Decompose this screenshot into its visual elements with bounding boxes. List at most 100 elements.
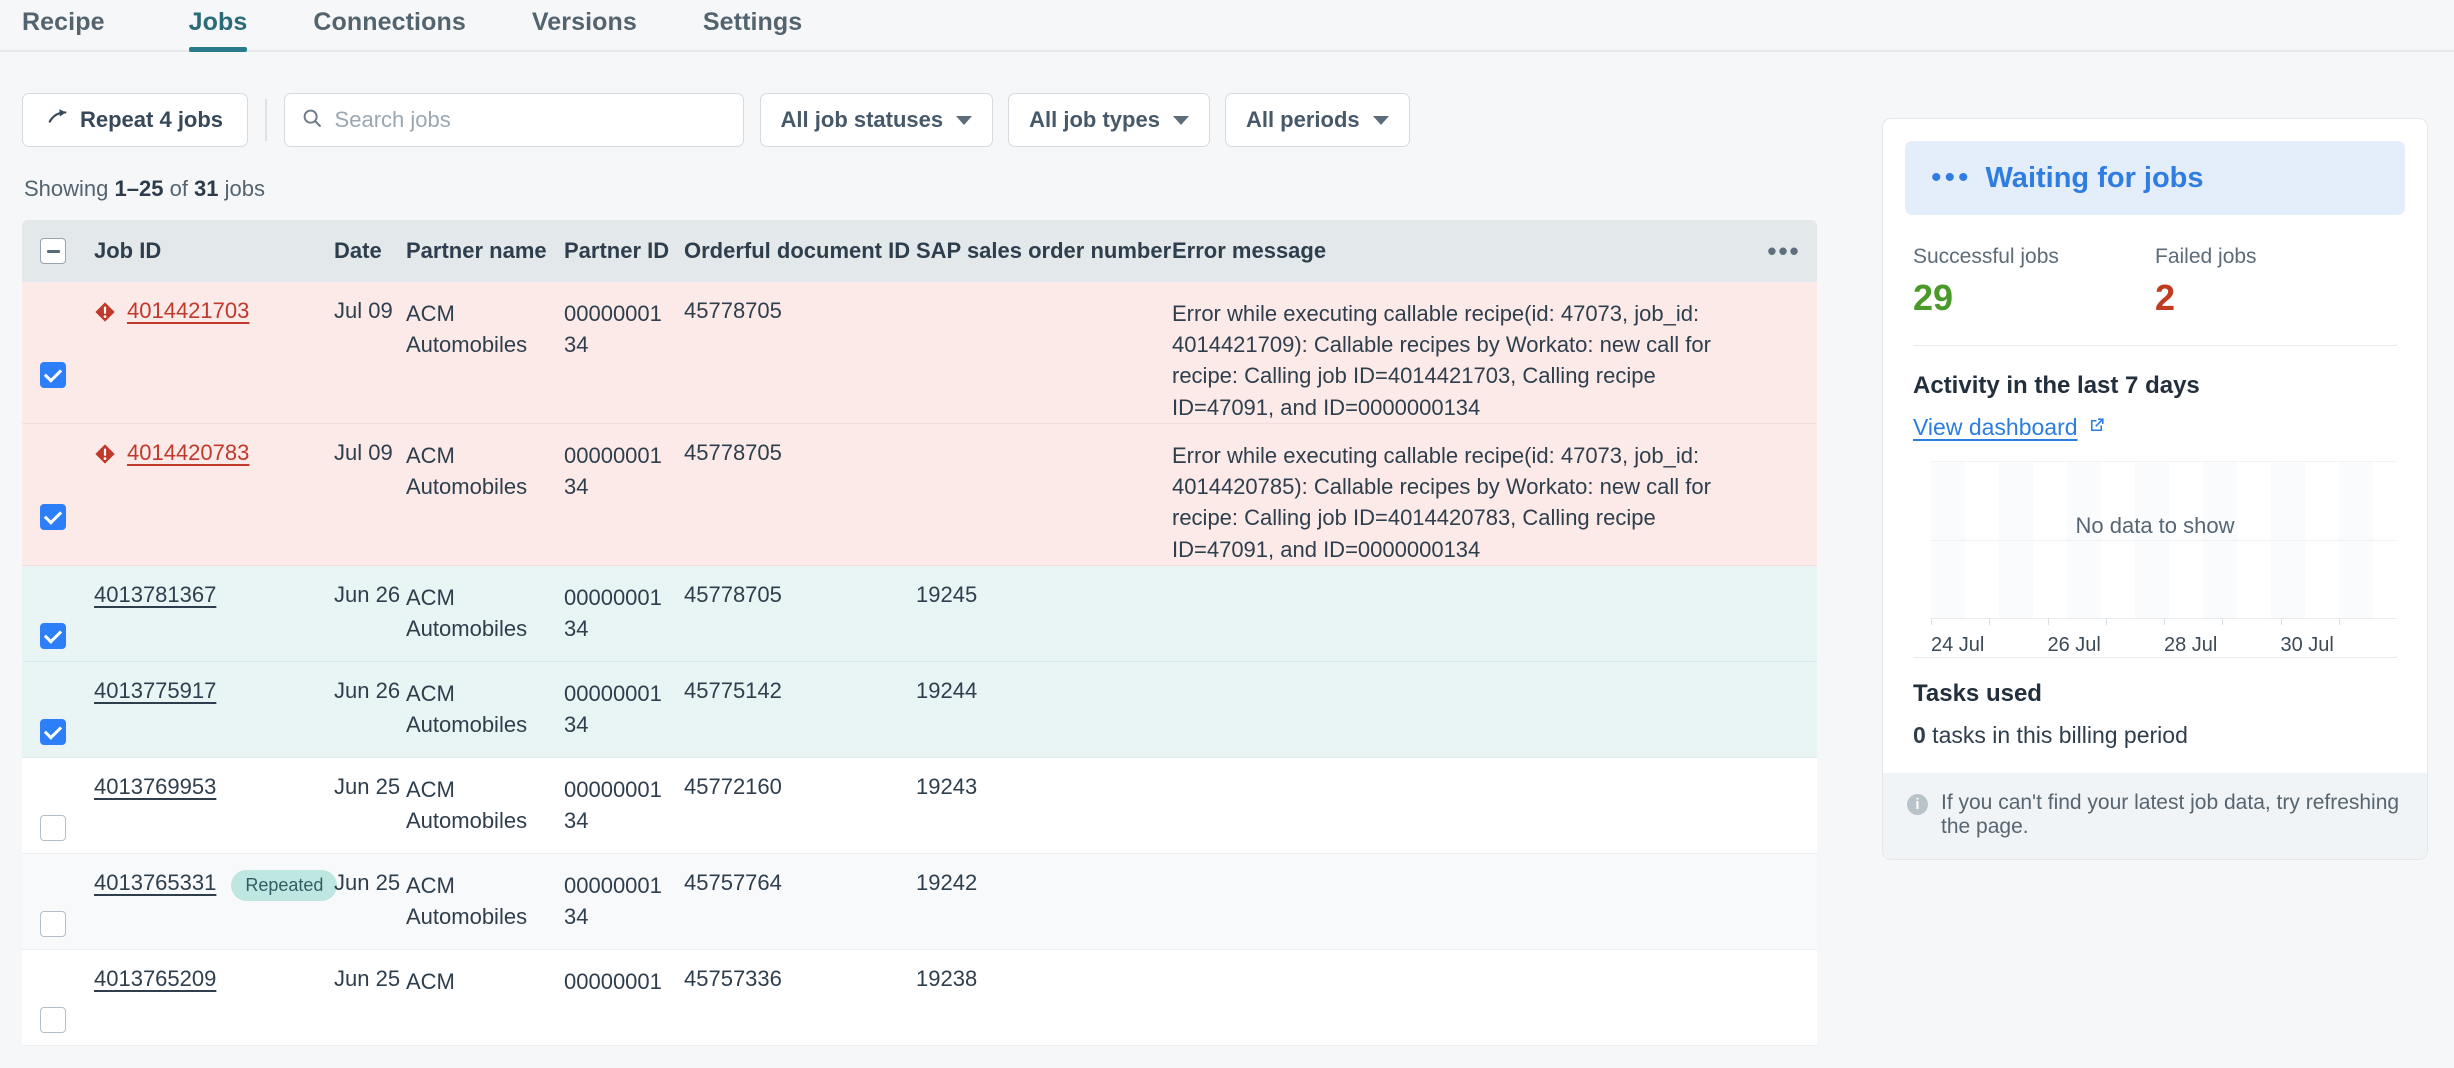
row-menu-cell[interactable]: [1751, 774, 1817, 853]
error-message-cell: [1172, 966, 1751, 1045]
table-row[interactable]: 4013769953Jun 25ACMAutomobiles0000000134…: [22, 758, 1817, 854]
row-checkbox[interactable]: [40, 815, 66, 841]
select-all-cell[interactable]: [22, 238, 84, 264]
job-id-link[interactable]: 4013769953: [94, 774, 216, 800]
select-all-checkbox[interactable]: [40, 238, 66, 264]
tab-jobs[interactable]: Jobs: [163, 8, 274, 50]
ellipsis-icon[interactable]: •••: [1767, 245, 1800, 258]
tab-versions[interactable]: Versions: [506, 8, 663, 50]
chart-x-ticks: [1931, 618, 2397, 625]
results-count-middle: of: [163, 176, 194, 201]
date-cell: Jul 09: [334, 298, 406, 423]
tab-settings[interactable]: Settings: [677, 8, 828, 50]
column-header-error-message[interactable]: Error message: [1172, 238, 1751, 264]
failed-jobs-label: Failed jobs: [2155, 245, 2397, 269]
row-menu-cell[interactable]: [1751, 966, 1817, 1045]
row-menu-cell[interactable]: [1751, 298, 1817, 423]
error-message-cell: Error while executing callable recipe(id…: [1172, 298, 1751, 423]
row-checkbox[interactable]: [40, 719, 66, 745]
filter-job-statuses-label: All job statuses: [781, 107, 944, 133]
table-header-row: Job ID Date Partner name Partner ID Orde…: [22, 220, 1817, 282]
column-header-date[interactable]: Date: [334, 238, 406, 264]
row-select-cell[interactable]: [22, 298, 84, 423]
table-options-menu[interactable]: •••: [1751, 245, 1817, 258]
row-select-cell[interactable]: [22, 870, 84, 949]
partner-id-cell: 0000000134: [564, 440, 684, 565]
tab-connections[interactable]: Connections: [287, 8, 492, 50]
tasks-used-detail: 0 tasks in this billing period: [1913, 722, 2397, 749]
column-header-job-id[interactable]: Job ID: [84, 238, 334, 264]
search-input[interactable]: [335, 107, 727, 133]
table-row[interactable]: 4014421703Jul 09ACMAutomobiles0000000134…: [22, 282, 1817, 424]
table-row[interactable]: 4013765209Jun 25ACM000000014575733619238: [22, 950, 1817, 1046]
row-checkbox[interactable]: [40, 362, 66, 388]
table-row[interactable]: 4013775917Jun 26ACMAutomobiles0000000134…: [22, 662, 1817, 758]
job-id-cell: 4013775917: [84, 678, 334, 757]
chart-x-label: 30 Jul: [2281, 634, 2339, 657]
job-id-link[interactable]: 4014421703: [127, 298, 249, 324]
jobs-main-column: Repeat 4 jobs All job statuses: [0, 52, 1860, 1046]
table-row[interactable]: 4013765331RepeatedJun 25ACMAutomobiles00…: [22, 854, 1817, 950]
job-id-link[interactable]: 4013765331: [94, 870, 216, 896]
filter-periods[interactable]: All periods: [1225, 93, 1410, 147]
row-menu-cell[interactable]: [1751, 440, 1817, 565]
row-checkbox[interactable]: [40, 623, 66, 649]
date-cell: Jun 25: [334, 870, 406, 949]
column-header-sap-sales-order-number[interactable]: SAP sales order number: [916, 238, 1172, 264]
row-select-cell[interactable]: [22, 678, 84, 757]
job-summary-panel: ••• Waiting for jobs Successful jobs 29 …: [1882, 118, 2428, 860]
sap-sales-order-number-cell: [916, 298, 1172, 423]
chart-gridline: [1931, 540, 2397, 541]
orderful-document-id-cell: 45775142: [684, 678, 916, 757]
sap-sales-order-number-cell: 19243: [916, 774, 1172, 853]
chevron-down-icon: [956, 116, 972, 125]
table-body: 4014421703Jul 09ACMAutomobiles0000000134…: [22, 282, 1817, 1046]
row-select-cell[interactable]: [22, 582, 84, 661]
jobs-page: Recipe Jobs Connections Versions Setting…: [0, 0, 2454, 1068]
row-select-cell[interactable]: [22, 774, 84, 853]
table-row[interactable]: 4013781367Jun 26ACMAutomobiles0000000134…: [22, 566, 1817, 662]
row-checkbox[interactable]: [40, 911, 66, 937]
partner-id-cell: 0000000134: [564, 774, 684, 853]
error-icon: [94, 440, 116, 471]
sap-sales-order-number-cell: 19245: [916, 582, 1172, 661]
view-dashboard-link[interactable]: View dashboard: [1913, 414, 2106, 441]
successful-jobs-stat: Successful jobs 29: [1913, 245, 2155, 319]
results-count-prefix: Showing: [24, 176, 115, 201]
job-id-link[interactable]: 4013775917: [94, 678, 216, 704]
job-id-link[interactable]: 4013765209: [94, 966, 216, 992]
row-checkbox[interactable]: [40, 1007, 66, 1033]
filter-job-statuses[interactable]: All job statuses: [760, 93, 994, 147]
row-select-cell[interactable]: [22, 966, 84, 1045]
column-header-orderful-document-id[interactable]: Orderful document ID: [684, 238, 916, 264]
error-message-cell: [1172, 678, 1751, 757]
chevron-down-icon: [1373, 116, 1389, 125]
orderful-document-id-cell: 45778705: [684, 298, 916, 423]
filter-job-types[interactable]: All job types: [1008, 93, 1210, 147]
column-header-partner-name[interactable]: Partner name: [406, 238, 564, 264]
tab-recipe[interactable]: Recipe: [22, 8, 131, 50]
partner-id-cell: 0000000134: [564, 870, 684, 949]
table-row[interactable]: 4014420783Jul 09ACMAutomobiles0000000134…: [22, 424, 1817, 566]
job-id-link[interactable]: 4014420783: [127, 440, 249, 466]
partner-id-cell: 00000001: [564, 966, 684, 1045]
row-menu-cell[interactable]: [1751, 678, 1817, 757]
status-badge-label: Waiting for jobs: [1986, 162, 2204, 195]
row-menu-cell[interactable]: [1751, 582, 1817, 661]
row-menu-cell[interactable]: [1751, 870, 1817, 949]
row-checkbox[interactable]: [40, 504, 66, 530]
partner-id-cell: 0000000134: [564, 298, 684, 423]
chevron-down-icon: [1173, 116, 1189, 125]
row-select-cell[interactable]: [22, 440, 84, 565]
repeated-badge: Repeated: [231, 870, 337, 901]
error-message-cell: [1172, 774, 1751, 853]
repeat-jobs-button[interactable]: Repeat 4 jobs: [22, 93, 248, 147]
loading-dots-icon: •••: [1931, 172, 1972, 184]
column-header-partner-id[interactable]: Partner ID: [564, 238, 684, 264]
chart-x-label: [2222, 634, 2280, 657]
tasks-used-count: 0: [1913, 722, 1926, 748]
job-id-cell: 4013781367: [84, 582, 334, 661]
search-jobs-box[interactable]: [284, 93, 744, 147]
tasks-used-text: tasks in this billing period: [1926, 722, 2188, 748]
job-id-link[interactable]: 4013781367: [94, 582, 216, 608]
